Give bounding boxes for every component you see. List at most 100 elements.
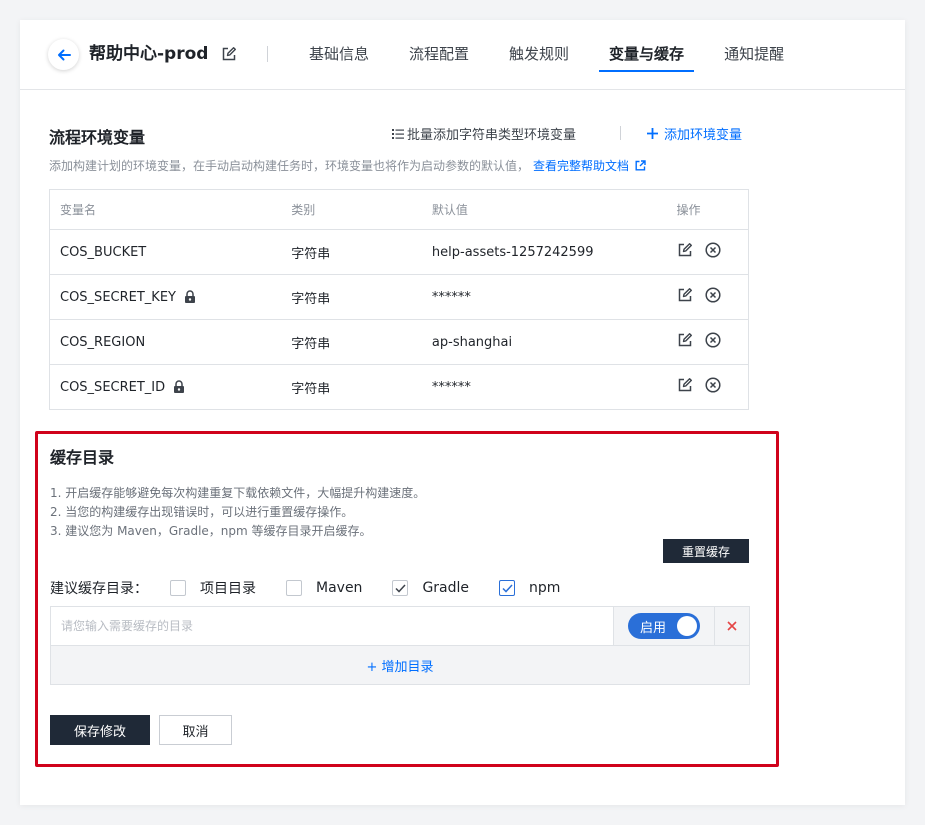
edit-icon[interactable] — [677, 287, 693, 303]
tab-process-config[interactable]: 流程配置 — [409, 20, 469, 90]
option-label: npm — [529, 580, 561, 596]
cache-tip: 3. 建议您为 Maven，Gradle，npm 等缓存目录开启缓存。 — [50, 524, 372, 538]
save-button[interactable]: 保存修改 — [50, 715, 150, 745]
arrow-left-icon — [57, 49, 71, 60]
var-default: ****** — [421, 364, 667, 410]
ops-cell — [666, 274, 749, 320]
reset-cache-button[interactable]: 重置缓存 — [663, 539, 749, 563]
option-gradle[interactable]: Gradle — [392, 580, 469, 596]
column-header-default: 默认值 — [421, 189, 667, 230]
toggle-label: 启用 — [640, 620, 667, 636]
var-type: 字符串 — [281, 319, 422, 365]
edit-icon[interactable] — [677, 242, 693, 258]
var-type: 字符串 — [281, 229, 422, 275]
var-name-cell: COS_BUCKET — [49, 229, 282, 275]
page-header: 帮助中心-prod 基础信息 流程配置 触发规则 变量与缓存 通知提醒 — [20, 20, 905, 90]
delete-icon[interactable] — [704, 287, 721, 303]
tab-bar: 基础信息 流程配置 触发规则 变量与缓存 通知提醒 — [309, 20, 824, 90]
var-type: 字符串 — [281, 274, 422, 320]
var-default: ap-shanghai — [421, 319, 667, 365]
add-env-button[interactable]: 添加环境变量 — [647, 124, 742, 143]
column-header-name: 变量名 — [49, 189, 282, 230]
check-icon — [501, 583, 513, 593]
table-row: COS_BUCKET 字符串 help-assets-1257242599 — [49, 229, 749, 275]
tab-notifications[interactable]: 通知提醒 — [724, 20, 784, 90]
suggested-dirs-label: 建议缓存目录： — [50, 581, 148, 597]
lock-icon — [184, 289, 195, 303]
column-header-ops: 操作 — [666, 189, 749, 230]
add-env-label: 添加环境变量 — [664, 128, 743, 143]
back-button[interactable] — [48, 39, 79, 70]
var-name: COS_BUCKET — [60, 244, 147, 260]
var-type: 字符串 — [281, 364, 422, 410]
tab-variables-cache[interactable]: 变量与缓存 — [599, 20, 695, 90]
var-name: COS_SECRET_ID — [60, 379, 166, 395]
var-default: help-assets-1257242599 — [421, 229, 667, 275]
page-title: 帮助中心-prod — [89, 44, 209, 64]
ops-cell — [666, 229, 749, 275]
header-divider — [267, 46, 268, 62]
batch-add-env-button[interactable]: 批量添加字符串类型环境变量 — [392, 124, 576, 143]
edit-title-icon[interactable] — [221, 46, 237, 62]
toggle-cell: 启用 — [614, 607, 715, 645]
var-name-cell: COS_REGION — [49, 319, 282, 365]
tab-basic-info[interactable]: 基础信息 — [309, 20, 369, 90]
suggested-dirs: 建议缓存目录： 项目目录 Maven Gradle npm — [50, 578, 590, 598]
checkbox-checked[interactable] — [392, 580, 409, 596]
table-row: COS_SECRET_KEY 字符串 ****** — [49, 274, 749, 320]
plus-icon — [647, 128, 658, 139]
cancel-button[interactable]: 取消 — [159, 715, 232, 745]
env-section-title: 流程环境变量 — [49, 128, 146, 147]
ops-cell — [666, 319, 749, 365]
var-default: ****** — [421, 274, 667, 320]
toggle-knob — [677, 616, 697, 636]
help-doc-label: 查看完整帮助文档 — [533, 159, 630, 173]
cache-tip: 2. 当您的构建缓存出现错误时，可以进行重置缓存操作。 — [50, 505, 354, 519]
table-row: COS_REGION 字符串 ap-shanghai — [49, 319, 749, 365]
var-name-cell: COS_SECRET_ID — [49, 364, 282, 410]
table-header-row: 变量名 类别 默认值 操作 — [49, 189, 749, 230]
edit-icon[interactable] — [677, 332, 693, 348]
delete-icon[interactable] — [704, 242, 721, 258]
cache-section: 缓存目录 1. 开启缓存能够避免每次构建重复下载依赖文件，大幅提升构建速度。 2… — [35, 431, 779, 767]
checkbox-unchecked[interactable] — [286, 580, 302, 596]
delete-icon[interactable] — [704, 332, 721, 348]
main-card: 帮助中心-prod 基础信息 流程配置 触发规则 变量与缓存 通知提醒 流程环境… — [20, 20, 905, 805]
check-icon — [395, 583, 406, 593]
option-label: 项目目录 — [200, 581, 256, 597]
checkbox-unchecked[interactable] — [170, 580, 186, 596]
env-description: 添加构建计划的环境变量，在手动启动构建任务时，环境变量也将作为启动参数的默认值，… — [49, 157, 646, 174]
edit-icon[interactable] — [677, 377, 693, 393]
delete-icon[interactable] — [704, 377, 721, 393]
tab-trigger-rules[interactable]: 触发规则 — [509, 20, 569, 90]
cache-section-title: 缓存目录 — [50, 448, 115, 467]
var-name: COS_REGION — [60, 334, 146, 350]
close-icon — [727, 621, 737, 631]
ops-cell — [666, 364, 749, 410]
cache-tip: 1. 开启缓存能够避免每次构建重复下载依赖文件，大幅提升构建速度。 — [50, 486, 426, 500]
checkbox-checked[interactable] — [499, 580, 516, 596]
option-maven[interactable]: Maven — [286, 580, 362, 596]
list-icon — [392, 128, 404, 139]
column-header-type: 类别 — [281, 189, 422, 230]
external-link-icon — [635, 160, 646, 171]
cache-dir-input[interactable] — [51, 607, 614, 645]
enable-toggle[interactable]: 启用 — [628, 613, 700, 639]
lock-icon — [174, 379, 185, 393]
cache-tips: 1. 开启缓存能够避免每次构建重复下载依赖文件，大幅提升构建速度。 2. 当您的… — [50, 484, 425, 541]
table-row: COS_SECRET_ID 字符串 ****** — [49, 364, 749, 410]
env-description-text: 添加构建计划的环境变量，在手动启动构建任务时，环境变量也将作为启动参数的默认值， — [49, 159, 530, 173]
add-dir-button[interactable]: + 增加目录 — [50, 645, 750, 685]
env-table: 变量名 类别 默认值 操作 COS_BUCKET 字符串 help-assets… — [49, 189, 749, 410]
cache-dir-row: 启用 — [50, 606, 750, 646]
option-project-dir[interactable]: 项目目录 — [170, 578, 256, 598]
help-doc-link[interactable]: 查看完整帮助文档 — [533, 157, 646, 174]
var-name: COS_SECRET_KEY — [60, 289, 176, 305]
var-name-cell: COS_SECRET_KEY — [49, 274, 282, 320]
option-label: Gradle — [422, 580, 470, 596]
action-divider — [620, 126, 621, 140]
option-npm[interactable]: npm — [499, 580, 560, 596]
remove-dir-button[interactable] — [715, 607, 749, 645]
batch-add-env-label: 批量添加字符串类型环境变量 — [407, 128, 577, 143]
option-label: Maven — [316, 580, 363, 596]
